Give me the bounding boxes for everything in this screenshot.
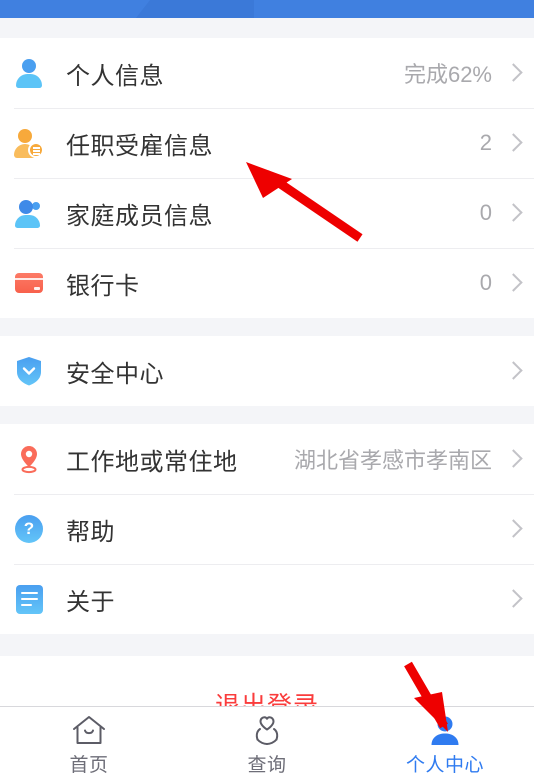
tab-label: 首页 — [69, 755, 109, 776]
family-members-icon — [14, 198, 44, 228]
list-item-about[interactable]: 关于 — [0, 564, 534, 634]
list-item-value: 湖北省孝感市孝南区 — [293, 448, 492, 473]
tab-home[interactable]: 首页 — [0, 707, 178, 779]
person-icon — [426, 713, 464, 749]
chevron-right-icon — [506, 62, 520, 84]
header-right-block — [254, 0, 534, 18]
list-item-family-members[interactable]: 家庭成员信息 0 — [0, 178, 534, 248]
separator-2 — [0, 406, 534, 424]
shield-icon — [14, 356, 44, 386]
list-item-label: 家庭成员信息 — [66, 202, 213, 230]
separator-top — [0, 18, 534, 38]
location-pin-icon-svg — [21, 446, 37, 474]
security-group: 安全中心 — [0, 336, 534, 406]
heart-hands-icon-svg — [255, 716, 279, 745]
bank-card-icon — [14, 268, 44, 298]
chevron-right-icon — [506, 448, 520, 470]
shield-icon-svg — [17, 357, 41, 386]
home-icon-svg — [73, 716, 105, 744]
chevron-right-icon — [506, 360, 520, 382]
list-item-employment-info[interactable]: 任职受雇信息 2 — [0, 108, 534, 178]
search-icon — [248, 713, 286, 749]
list-item-help[interactable]: ? 帮助 — [0, 494, 534, 564]
list-item-label: 任职受雇信息 — [66, 132, 213, 160]
list-item-bank-card[interactable]: 银行卡 0 — [0, 248, 534, 318]
separator-3 — [0, 634, 534, 656]
location-pin-icon — [14, 444, 44, 474]
chevron-right-icon — [506, 272, 520, 294]
list-item-label: 安全中心 — [66, 360, 164, 388]
home-icon — [70, 713, 108, 749]
list-item-label: 关于 — [66, 588, 115, 616]
help-question-mark: ? — [15, 515, 43, 543]
app-screen: 个人信息 完成62% 任职受雇信息 2 家庭成员信息 0 银行卡 0 安全中心 … — [0, 0, 534, 779]
person-icon — [14, 58, 44, 88]
chevron-right-icon — [506, 518, 520, 540]
chevron-right-icon — [506, 588, 520, 610]
tab-label: 个人中心 — [405, 755, 484, 776]
employment-person-icon — [14, 128, 44, 158]
about-icon — [14, 584, 44, 614]
list-item-value: 完成62% — [403, 62, 492, 87]
bottom-tab-bar: 首页 查询 个人中心 — [0, 706, 534, 779]
list-item-label: 个人信息 — [66, 62, 164, 90]
list-item-value: 0 — [479, 270, 492, 295]
chevron-right-icon — [506, 202, 520, 224]
help-icon: ? — [14, 514, 44, 544]
person-icon-svg — [431, 716, 459, 745]
separator-1 — [0, 318, 534, 336]
list-item-label: 帮助 — [66, 518, 115, 546]
profile-group: 个人信息 完成62% 任职受雇信息 2 家庭成员信息 0 银行卡 0 — [0, 38, 534, 318]
list-item-work-location[interactable]: 工作地或常住地 湖北省孝感市孝南区 — [0, 424, 534, 494]
list-item-label: 工作地或常住地 — [66, 448, 238, 476]
app-header-bar — [0, 0, 534, 18]
list-item-value: 2 — [479, 130, 492, 155]
list-item-label: 银行卡 — [66, 272, 140, 300]
list-item-value: 0 — [479, 200, 492, 225]
tab-query[interactable]: 查询 — [178, 707, 356, 779]
list-item-personal-info[interactable]: 个人信息 完成62% — [0, 38, 534, 108]
list-item-security-center[interactable]: 安全中心 — [0, 336, 534, 406]
settings-group: 工作地或常住地 湖北省孝感市孝南区 ? 帮助 关于 — [0, 424, 534, 634]
chevron-right-icon — [506, 132, 520, 154]
tab-label: 查询 — [247, 755, 287, 776]
tab-personal-center[interactable]: 个人中心 — [356, 707, 534, 779]
